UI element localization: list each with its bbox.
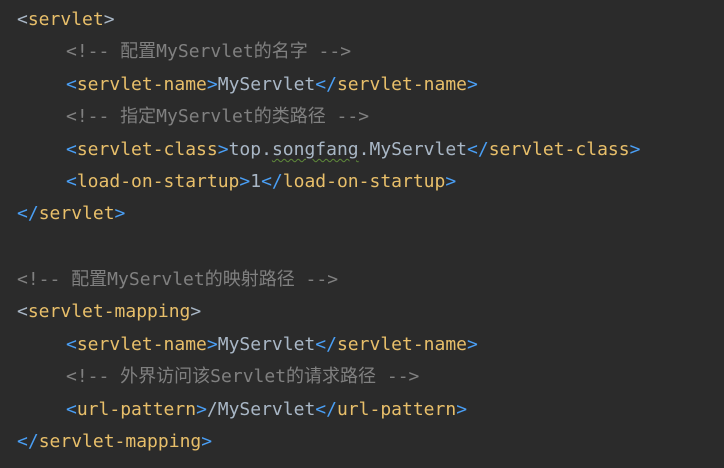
code-comment: <!-- 指定MyServlet的类路径 --> [66,106,370,127]
tag-content: 1 [250,171,262,192]
tag-content: /MyServlet [206,399,316,420]
tag-bracket: > [190,301,202,322]
tag-name: servlet-name [76,74,207,95]
code-line[interactable]: </servlet> [0,198,125,230]
tag-bracket: < [17,9,28,30]
code-line[interactable]: <!-- 外界访问该Servlet的请求路径 --> [0,361,419,393]
code-line[interactable]: <url-pattern>/MyServlet</url-pattern> [0,394,467,426]
tag-name: servlet [38,203,115,224]
tag-bracket: </ [315,399,337,420]
tag-content: .MyServlet [358,139,468,160]
tag-bracket: > [467,334,478,355]
code-line[interactable]: <servlet-name>MyServlet</servlet-name> [0,69,478,101]
code-comment: <!-- 配置MyServlet的名字 --> [66,41,352,62]
code-comment: <!-- 配置MyServlet的映射路径 --> [17,269,339,290]
tag-name: servlet-name [76,334,207,355]
tag-name: url-pattern [76,399,197,420]
tag-bracket: > [217,139,229,160]
tag-bracket: > [114,203,126,224]
tag-bracket: </ [315,334,337,355]
tag-bracket: </ [261,171,283,192]
code-line[interactable]: <load-on-startup>1</load-on-startup> [0,166,456,198]
tag-name: servlet-mapping [27,301,191,322]
tag-name: servlet [27,9,104,30]
code-line[interactable]: <servlet-class>top.songfang.MyServlet</s… [0,134,640,166]
spelling-warning-text: songfang [271,139,359,160]
tag-bracket: < [17,301,28,322]
tag-name: url-pattern [336,399,457,420]
tag-bracket: </ [315,74,337,95]
tag-content: MyServlet [217,334,316,355]
tag-content: MyServlet [217,74,316,95]
tag-bracket: < [66,334,77,355]
tag-bracket: > [467,74,478,95]
tag-bracket: > [206,334,218,355]
tag-bracket: > [206,74,218,95]
tag-bracket: > [445,171,457,192]
tag-bracket: > [629,139,641,160]
tag-name: load-on-startup [282,171,446,192]
tag-name: servlet-name [336,334,468,355]
tag-content: top. [228,139,272,160]
code-line[interactable]: <!-- 配置MyServlet的映射路径 --> [0,264,338,296]
tag-name: load-on-startup [76,171,240,192]
tag-bracket: < [66,139,77,160]
code-line[interactable]: <!-- 指定MyServlet的类路径 --> [0,101,369,133]
code-line[interactable]: <!-- 配置MyServlet的名字 --> [0,36,351,68]
tag-bracket: > [196,399,207,420]
tag-bracket: > [456,399,468,420]
tag-bracket: </ [17,431,39,452]
tag-name: servlet-mapping [38,431,202,452]
tag-bracket: > [239,171,251,192]
tag-bracket: </ [467,139,489,160]
tag-bracket: > [103,9,115,30]
tag-bracket: < [66,171,77,192]
code-line[interactable]: <servlet-name>MyServlet</servlet-name> [0,329,478,361]
code-comment: <!-- 外界访问该Servlet的请求路径 --> [66,366,420,387]
code-line[interactable]: <servlet-mapping> [0,296,201,328]
code-line[interactable]: </servlet-mapping> [0,426,212,458]
tag-name: servlet-class [488,139,630,160]
tag-bracket: < [66,399,77,420]
code-line[interactable]: <servlet> [0,4,115,36]
code-editor[interactable]: <servlet> <!-- 配置MyServlet的名字 --> <servl… [0,0,724,468]
code-line-empty[interactable] [0,231,17,263]
tag-bracket: > [201,431,213,452]
tag-bracket: < [66,74,77,95]
tag-name: servlet-class [76,139,218,160]
tag-bracket: </ [17,203,39,224]
tag-name: servlet-name [336,74,468,95]
